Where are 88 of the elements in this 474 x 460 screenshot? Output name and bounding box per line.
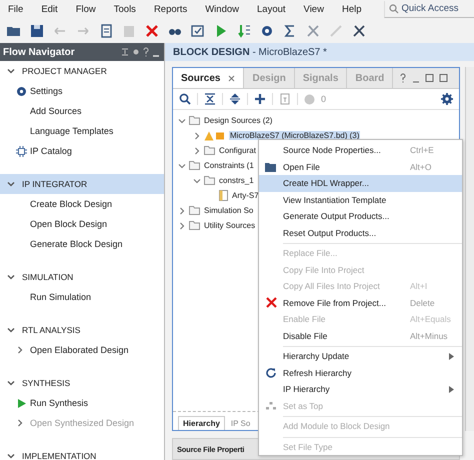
menu-item[interactable]: Generate Output Products... — [259, 208, 462, 224]
menu-item[interactable]: Create HDL Wrapper... — [259, 175, 462, 192]
quick-access-field[interactable]: Quick Access — [384, 0, 474, 18]
delete-icon — [266, 297, 276, 308]
view-tab[interactable]: IP So — [226, 417, 254, 430]
expander-icon[interactable] — [193, 176, 201, 184]
expander-icon[interactable] — [178, 116, 186, 124]
expander-icon[interactable] — [193, 146, 201, 154]
close-icon[interactable] — [228, 74, 236, 82]
menu-item[interactable]: Flow — [76, 4, 96, 14]
folder-icon — [189, 206, 200, 215]
navigator-item[interactable]: Language Templates — [0, 121, 164, 141]
navigator-item[interactable]: Settings — [0, 81, 164, 101]
tree-item[interactable]: Constraints (1 — [203, 161, 255, 170]
editor-title: BLOCK DESIGN - MicroBlazeS7 * — [173, 46, 327, 58]
tree-item[interactable]: Configurat — [218, 146, 257, 155]
menu-item[interactable]: Tools — [114, 4, 136, 14]
search-icon — [388, 4, 398, 14]
chevron-icon[interactable] — [7, 326, 15, 334]
folder-icon — [204, 176, 215, 185]
tree-item[interactable]: Utility Sources — [203, 221, 256, 230]
folder-icon — [265, 162, 277, 172]
chevron-icon[interactable] — [7, 452, 15, 460]
folder-icon — [189, 161, 200, 170]
navigator-item[interactable]: Open Block Design — [0, 214, 164, 234]
expander-icon[interactable] — [178, 222, 186, 230]
file-icon — [219, 190, 228, 201]
panel-tab[interactable]: Sources — [173, 68, 244, 88]
tree-item[interactable]: Design Sources (2) — [203, 116, 274, 125]
chevron-icon[interactable] — [16, 346, 24, 354]
submenu-arrow-icon — [449, 386, 454, 393]
chevron-icon[interactable] — [7, 67, 15, 75]
menu-item[interactable]: View Instantiation Template — [259, 192, 462, 208]
count-label: 0 — [321, 94, 326, 104]
menu-item[interactable]: Help — [342, 4, 362, 14]
menu-item[interactable]: Disable File Alt+Minus — [259, 328, 462, 344]
chevron-icon[interactable] — [7, 379, 15, 387]
panel-controls-icon[interactable] — [120, 47, 160, 57]
section-header[interactable]: SIMULATION — [0, 267, 164, 287]
navigator-item[interactable]: Run Synthesis — [0, 393, 164, 413]
navigator-item[interactable]: Generate Block Design — [0, 234, 164, 254]
search-icon[interactable] — [179, 93, 191, 105]
tree-item[interactable]: Simulation So — [203, 206, 254, 215]
chip-icon — [16, 146, 27, 156]
submenu-arrow-icon — [449, 352, 454, 360]
panel-title: Flow Navigator — [3, 46, 75, 58]
add-icon[interactable] — [254, 93, 266, 105]
tree-item[interactable]: Arty-S7 — [231, 191, 260, 200]
expander-icon[interactable] — [193, 132, 201, 140]
menu-item[interactable]: Source Node Properties... Ctrl+E — [259, 142, 462, 158]
menu-item[interactable]: Remove File from Project... Delete — [259, 294, 462, 311]
section-header[interactable]: RTL ANALYSIS — [0, 320, 164, 340]
collapse-all-icon[interactable] — [204, 93, 216, 105]
menu-item[interactable]: Edit — [41, 4, 58, 14]
section-header[interactable]: IMPLEMENTATION — [0, 446, 164, 460]
navigator-item[interactable]: Run Simulation — [0, 287, 164, 307]
hierarchy-icon — [266, 402, 276, 410]
chevron-icon[interactable] — [7, 273, 15, 281]
folder-icon — [189, 116, 200, 125]
navigator-item[interactable]: Open Elaborated Design — [0, 340, 164, 360]
menu-item[interactable]: IP Hierarchy — [259, 381, 462, 398]
expander-icon[interactable] — [178, 162, 186, 170]
menu-item[interactable]: File — [8, 4, 24, 14]
menu-item[interactable]: Refresh Hierarchy — [259, 364, 462, 381]
menu-item[interactable]: Layout — [257, 4, 286, 14]
status-dot-icon — [304, 94, 315, 104]
section-header[interactable]: SYNTHESIS — [0, 373, 164, 393]
menu-item[interactable]: Open File Alt+O — [259, 158, 462, 175]
section-header[interactable]: PROJECT MANAGER — [0, 61, 164, 81]
section-header[interactable]: IP INTEGRATOR — [0, 174, 164, 194]
navigator-item[interactable]: Add Sources — [0, 101, 164, 121]
navigator-item[interactable]: IP Catalog — [0, 141, 164, 161]
refresh-icon — [265, 366, 277, 379]
tree-item[interactable]: constrs_1 — [218, 176, 255, 185]
menu-item[interactable]: Reset Output Products... — [259, 224, 462, 241]
menu-item[interactable]: Hierarchy Update — [259, 348, 462, 364]
run-icon — [16, 398, 27, 408]
view-tab[interactable]: Hierarchy — [178, 416, 225, 430]
folder-icon — [204, 146, 215, 155]
navigator-item[interactable]: Create Block Design — [0, 194, 164, 214]
menu-item[interactable]: Reports — [154, 4, 188, 14]
menu-item[interactable]: Window — [205, 4, 239, 14]
folder-icon — [189, 221, 200, 230]
menu-item[interactable]: View — [304, 4, 324, 14]
expand-all-icon[interactable] — [229, 93, 241, 105]
design-icon — [204, 130, 226, 140]
expander-icon[interactable] — [178, 206, 186, 214]
chevron-icon[interactable] — [7, 180, 15, 188]
